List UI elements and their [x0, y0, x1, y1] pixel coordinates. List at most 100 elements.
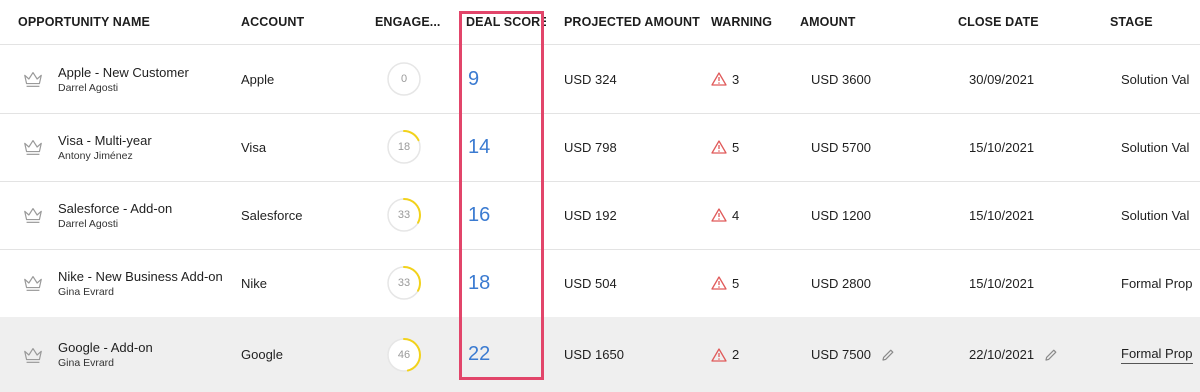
stage-cell[interactable]: Solution Val — [1121, 113, 1200, 181]
opportunity-name[interactable]: Visa - Multi-year — [58, 132, 152, 149]
warning-cell[interactable]: 5 — [711, 249, 791, 317]
close-date-cell[interactable]: 22/10/2021 — [969, 317, 1089, 392]
pencil-icon[interactable] — [1044, 348, 1058, 362]
account-cell[interactable]: Apple — [241, 45, 361, 113]
account-cell[interactable]: Visa — [241, 113, 361, 181]
close-date-cell[interactable]: 30/09/2021 — [969, 45, 1089, 113]
deal-score-value[interactable]: 18 — [468, 272, 490, 295]
account-cell[interactable]: Google — [241, 317, 361, 392]
close-date-cell[interactable]: 15/10/2021 — [969, 113, 1089, 181]
engagement-ring: 18 — [385, 128, 423, 166]
warning-triangle-icon — [711, 347, 727, 362]
deal-score-value[interactable]: 16 — [468, 204, 490, 227]
table-row[interactable]: Salesforce - Add-on Darrel Agosti Salesf… — [0, 181, 1200, 250]
opportunity-name[interactable]: Apple - New Customer — [58, 64, 189, 81]
warning-cell[interactable]: 3 — [711, 45, 791, 113]
crown-icon — [24, 207, 42, 223]
stage-value: Solution Val — [1121, 207, 1190, 223]
deal-score-value[interactable]: 9 — [468, 68, 479, 91]
projected-amount-cell: USD 798 — [564, 139, 617, 155]
header-stage[interactable]: STAGE — [1110, 0, 1189, 44]
deal-score-value[interactable]: 22 — [468, 343, 490, 366]
close-date-cell[interactable]: 15/10/2021 — [969, 181, 1089, 249]
opportunity-owner: Antony Jiménez — [58, 149, 133, 162]
header-deal-score[interactable]: DEAL SCORE — [466, 0, 546, 44]
warning-count: 5 — [732, 139, 740, 155]
engagement-value: 0 — [400, 73, 408, 85]
header-account[interactable]: ACCOUNT — [241, 0, 361, 44]
engagement-cell: 33 — [375, 181, 455, 249]
close-date-value: 15/10/2021 — [969, 139, 1035, 155]
opportunity-name[interactable]: Nike - New Business Add-on — [58, 268, 223, 285]
table-header: OPPORTUNITY NAME ACCOUNT ENGAGE... DEAL … — [0, 0, 1200, 45]
close-date-value: 22/10/2021 — [969, 347, 1035, 362]
close-date-cell[interactable]: 15/10/2021 — [969, 249, 1089, 317]
opportunity-owner: Darrel Agosti — [58, 217, 119, 230]
amount-cell[interactable]: USD 1200 — [811, 181, 951, 249]
amount-cell[interactable]: USD 3600 — [811, 45, 951, 113]
amount-value: USD 1200 — [811, 207, 871, 223]
header-opportunity-name[interactable]: OPPORTUNITY NAME — [18, 0, 233, 44]
engagement-value: 33 — [397, 277, 411, 289]
engagement-ring: 46 — [385, 336, 423, 374]
crown-icon — [24, 275, 42, 291]
pencil-icon[interactable] — [881, 348, 895, 362]
stage-cell[interactable]: Solution Val — [1121, 181, 1200, 249]
warning-cell[interactable]: 2 — [711, 317, 791, 392]
warning-triangle-icon — [711, 208, 727, 222]
opportunity-name[interactable]: Google - Add-on — [58, 339, 153, 356]
amount-cell[interactable]: USD 5700 — [811, 113, 951, 181]
amount-cell[interactable]: USD 7500 — [811, 317, 951, 392]
warning-triangle-icon — [711, 140, 727, 154]
warning-cell[interactable]: 4 — [711, 181, 791, 249]
stage-value: Formal Prop — [1121, 275, 1193, 291]
stage-cell[interactable]: Solution Val — [1121, 45, 1200, 113]
engagement-value: 18 — [397, 141, 411, 153]
warning-count: 3 — [732, 71, 740, 87]
opportunity-cell[interactable]: Google - Add-on Gina Evrard — [18, 317, 233, 392]
deal-score-cell: 14 — [466, 113, 546, 181]
amount-value: USD 7500 — [811, 347, 871, 362]
header-amount[interactable]: AMOUNT — [800, 0, 940, 44]
deal-score-cell: 22 — [466, 317, 546, 392]
opportunity-owner: Darrel Agosti — [58, 81, 119, 94]
warning-cell[interactable]: 5 — [711, 113, 791, 181]
stage-cell[interactable]: Formal Prop — [1121, 249, 1200, 317]
deal-score-value[interactable]: 14 — [468, 136, 490, 159]
table-row[interactable]: Apple - New Customer Darrel Agosti Apple… — [0, 45, 1200, 114]
header-close-date[interactable]: CLOSE DATE — [958, 0, 1078, 44]
opportunity-name[interactable]: Salesforce - Add-on — [58, 200, 172, 217]
table-row[interactable]: Nike - New Business Add-on Gina Evrard N… — [0, 249, 1200, 318]
opportunities-table: OPPORTUNITY NAME ACCOUNT ENGAGE... DEAL … — [0, 0, 1200, 392]
projected-amount-cell: USD 192 — [564, 207, 617, 223]
engagement-cell: 33 — [375, 249, 455, 317]
header-engagement[interactable]: ENGAGE... — [375, 0, 455, 44]
close-date-value: 15/10/2021 — [969, 275, 1035, 291]
amount-cell[interactable]: USD 2800 — [811, 249, 951, 317]
opportunity-owner: Gina Evrard — [58, 285, 115, 298]
warning-triangle-icon — [711, 72, 727, 86]
table-row[interactable]: Visa - Multi-year Antony Jiménez Visa 18… — [0, 113, 1200, 182]
header-warning[interactable]: WARNING — [711, 0, 791, 44]
stage-cell[interactable]: Formal Prop — [1121, 317, 1200, 392]
stage-value: Solution Val — [1121, 71, 1190, 87]
projected-amount-cell: USD 324 — [564, 71, 617, 87]
warning-triangle-icon — [711, 276, 727, 290]
opportunity-cell[interactable]: Apple - New Customer Darrel Agosti — [18, 45, 233, 113]
header-projected-amount[interactable]: PROJECTED AMOUNT — [564, 0, 704, 44]
crown-icon — [24, 71, 42, 87]
opportunity-cell[interactable]: Nike - New Business Add-on Gina Evrard — [18, 249, 233, 317]
amount-value: USD 5700 — [811, 139, 871, 155]
account-cell[interactable]: Salesforce — [241, 181, 361, 249]
opportunity-cell[interactable]: Salesforce - Add-on Darrel Agosti — [18, 181, 233, 249]
amount-value: USD 3600 — [811, 71, 871, 87]
crown-icon — [24, 139, 42, 155]
table-row[interactable]: Google - Add-on Gina Evrard Google 46 22… — [0, 317, 1200, 392]
stage-value: Formal Prop — [1121, 346, 1193, 364]
engagement-value: 33 — [397, 209, 411, 221]
opportunity-cell[interactable]: Visa - Multi-year Antony Jiménez — [18, 113, 233, 181]
projected-amount-cell: USD 1650 — [564, 347, 624, 362]
close-date-value: 30/09/2021 — [969, 71, 1035, 87]
account-cell[interactable]: Nike — [241, 249, 361, 317]
engagement-ring: 0 — [385, 60, 423, 98]
